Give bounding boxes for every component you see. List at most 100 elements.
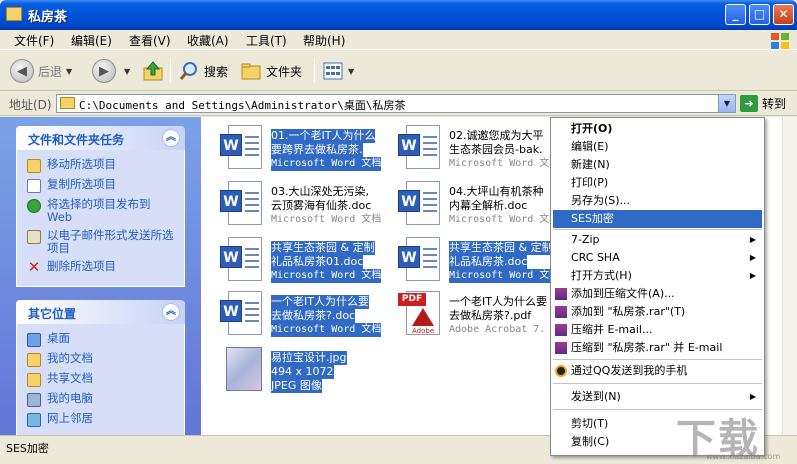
ctx-send-to[interactable]: 发送到(N) ▶ [553,388,762,406]
place-my-documents-label: 我的文档 [47,351,93,365]
file-name: 共享生态茶园 & 定制 [449,241,553,255]
file-name: 共享生态茶园 & 定制 [271,241,375,255]
ctx-open[interactable]: 打开(O) [553,120,762,138]
task-delete-label: 删除所选项目 [47,259,116,273]
address-input[interactable]: C:\Documents and Settings\Administrator\… [56,94,736,113]
back-button[interactable]: ◀ 后退 ▼ [10,58,72,84]
place-shared-documents[interactable]: 共享文档 [27,372,178,387]
ctx-new[interactable]: 新建(N) [553,156,762,174]
title-bar[interactable]: 私房茶 _ □ ✕ [0,0,797,30]
ctx-ses-encrypt[interactable]: SES加密 [553,210,762,228]
menu-file[interactable]: 文件(F) [14,32,54,49]
winrar-icon [555,306,567,318]
file-name: 01.一个老IT人为什么 [271,129,376,143]
pdf-document-icon: PDF Adobe [398,291,442,339]
maximize-button[interactable]: □ [749,4,770,25]
ctx-compress-rar-email[interactable]: 压缩到 "私房茶.rar" 并 E-mail [553,339,762,357]
close-button[interactable]: ✕ [773,4,794,25]
ctx-add-to-rar[interactable]: 添加到 "私房茶.rar"(T) [553,303,762,321]
move-icon [27,159,41,173]
file-tasks-header[interactable]: 文件和文件夹任务 ︽ [16,126,185,150]
menu-favorites[interactable]: 收藏(A) [187,32,229,49]
file-tasks-panel: 文件和文件夹任务 ︽ 移动所选项目 复制所选项目 将选择的项目发布到 Web 以… [16,126,185,287]
ctx-edit-label: 编辑(E) [571,140,609,153]
watermark-url: www.xiazaiba.com [706,452,781,461]
views-button[interactable]: ▼ [322,58,354,84]
ctx-qq-send[interactable]: 通过QQ发送到我的手机 [553,362,762,380]
ctx-add-archive[interactable]: 添加到压缩文件(A)... [553,285,762,303]
menu-view[interactable]: 查看(V) [129,32,171,49]
file-dimensions: 494 x 1072 [271,365,334,379]
word-document-icon: W [220,181,266,229]
file-tasks-body: 移动所选项目 复制所选项目 将选择的项目发布到 Web 以电子邮件形式发送所选项… [16,150,185,287]
search-button[interactable]: 搜索 [178,58,228,84]
folder-icon [6,7,22,21]
go-arrow-icon: ➜ [740,95,758,112]
word-document-icon: W [398,237,444,285]
up-folder-button[interactable] [142,58,164,84]
my-documents-icon [27,353,41,367]
toolbar: ◀ 后退 ▼ ▶ ▼ 搜索 文件夹 ▼ [0,51,797,91]
file-name: 礼品私房茶.doc [449,255,528,269]
other-places-header[interactable]: 其它位置 ︽ [16,300,185,324]
file-item[interactable]: 易拉宝设计.jpg 494 x 1072 JPEG 图像 [220,345,405,397]
ctx-print[interactable]: 打印(P) [553,174,762,192]
ctx-7zip[interactable]: 7-Zip ▶ [553,231,762,249]
place-shared-documents-label: 共享文档 [47,371,93,385]
task-email[interactable]: 以电子邮件形式发送所选项目 [27,229,178,255]
ctx-cut-label: 剪切(T) [571,417,609,430]
file-name: 礼品私房茶01.doc [271,255,364,269]
ctx-add-to-rar-label: 添加到 "私房茶.rar"(T) [571,305,686,318]
task-move[interactable]: 移动所选项目 [27,158,178,173]
folders-button[interactable]: 文件夹 [240,58,302,84]
file-name: 03.大山深处无污染, [271,185,369,198]
menu-separator [553,383,762,384]
word-document-icon: W [220,291,266,339]
submenu-arrow-icon: ▶ [749,271,756,280]
folder-icon [60,97,75,109]
menu-help[interactable]: 帮助(H) [303,32,345,49]
shared-documents-icon [27,373,41,387]
place-my-computer[interactable]: 我的电脑 [27,392,178,407]
ctx-save-as[interactable]: 另存为(S)... [553,192,762,210]
minimize-button[interactable]: _ [725,4,746,25]
ctx-edit[interactable]: 编辑(E) [553,138,762,156]
forward-button[interactable]: ▶ ▼ [92,58,130,84]
collapse-icon[interactable]: ︽ [162,303,180,321]
place-desktop[interactable]: 桌面 [27,332,178,347]
ctx-crc-sha[interactable]: CRC SHA ▶ [553,249,762,267]
back-arrow-icon: ◀ [10,59,34,83]
place-my-documents[interactable]: 我的文档 [27,352,178,367]
file-item[interactable]: W 共享生态茶园 & 定制 礼品私房茶01.doc Microsoft Word 文… [220,235,405,287]
file-item[interactable]: W 03.大山深处无污染, 云顶雾海有仙茶.doc Microsoft Word 文… [220,179,405,231]
task-pane: 文件和文件夹任务 ︽ 移动所选项目 复制所选项目 将选择的项目发布到 Web 以… [0,117,201,435]
menu-tools[interactable]: 工具(T) [246,32,287,49]
ctx-compress-email[interactable]: 压缩并 E-mail... [553,321,762,339]
vertical-scrollbar[interactable] [782,117,797,435]
file-item[interactable]: W 一个老IT人为什么要 去做私房茶?.doc Microsoft Word 文档 [220,289,405,341]
qq-icon [555,365,567,377]
task-delete[interactable]: ✕ 删除所选项目 [27,260,178,275]
globe-icon [27,199,41,213]
search-label: 搜索 [204,64,229,79]
word-document-icon: W [220,237,266,285]
winrar-icon [555,324,567,336]
file-tasks-title: 文件和文件夹任务 [28,133,125,147]
address-path[interactable]: C:\Documents and Settings\Administrator\… [79,97,406,113]
desktop-icon [27,333,41,347]
collapse-icon[interactable]: ︽ [162,129,180,147]
watermark: 下载吧 [676,415,760,462]
ctx-crc-label: CRC SHA [571,251,620,264]
submenu-arrow-icon: ▶ [749,392,756,401]
go-button[interactable]: ➜ 转到 [740,95,786,112]
place-network-label: 网上邻居 [47,411,93,425]
ctx-open-with[interactable]: 打开方式(H) ▶ [553,267,762,285]
file-item[interactable]: W 01.一个老IT人为什么 要跨界去做私房茶. Microsoft Word 文档 [220,123,405,175]
menu-edit[interactable]: 编辑(E) [71,32,112,49]
task-publish-web[interactable]: 将选择的项目发布到 Web [27,198,178,224]
address-dropdown-button[interactable]: ▼ [718,95,735,112]
place-network[interactable]: 网上邻居 [27,412,178,427]
word-document-icon: W [398,125,444,173]
task-copy[interactable]: 复制所选项目 [27,178,178,193]
ctx-copy-label: 复制(C) [571,435,610,448]
